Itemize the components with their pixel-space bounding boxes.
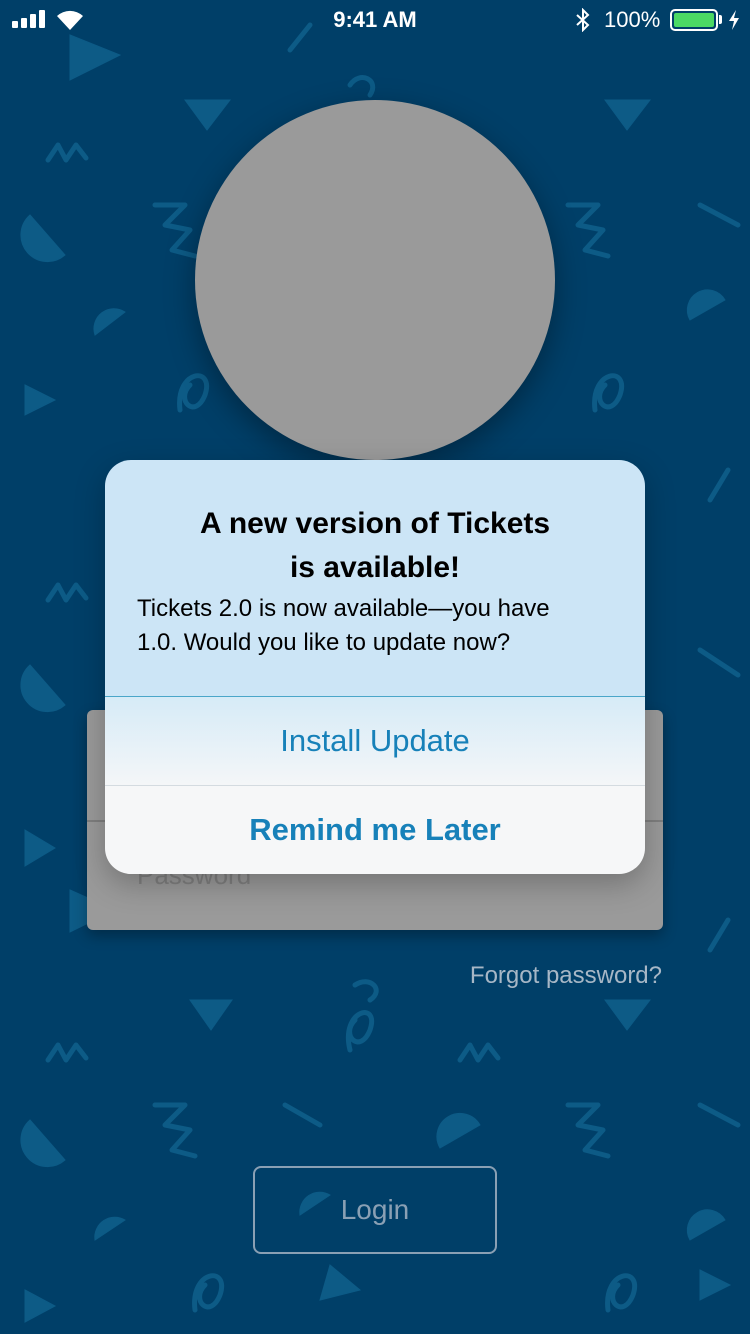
remind-later-button[interactable]: Remind me Later — [105, 786, 645, 874]
alert-title: A new version of Tickets is available! — [125, 502, 625, 590]
status-bar: 9:41 AM 100% — [0, 0, 750, 40]
login-screen: 9:41 AM 100% Password Forgot password? L… — [0, 0, 750, 1334]
charging-icon — [729, 10, 739, 30]
alert-message-line1: Tickets 2.0 is now available—you have — [137, 595, 550, 622]
login-button[interactable]: Login — [253, 1166, 497, 1254]
alert-header: A new version of Tickets is available! T… — [105, 460, 645, 696]
alert-title-line2: is available! — [289, 551, 461, 584]
battery-icon — [670, 9, 718, 31]
bluetooth-icon — [576, 8, 590, 32]
update-alert: A new version of Tickets is available! T… — [105, 460, 645, 874]
avatar — [195, 100, 555, 460]
alert-message-line2: 1.0. Would you like to update now? — [137, 629, 511, 656]
battery-tip — [719, 15, 722, 24]
battery-percent: 100% — [604, 7, 661, 32]
alert-message: Tickets 2.0 is now available—you have 1.… — [137, 592, 617, 660]
alert-title-line1: A new version of Tickets — [199, 507, 551, 540]
install-update-button[interactable]: Install Update — [105, 697, 645, 785]
forgot-password-link[interactable]: Forgot password? — [470, 962, 662, 990]
